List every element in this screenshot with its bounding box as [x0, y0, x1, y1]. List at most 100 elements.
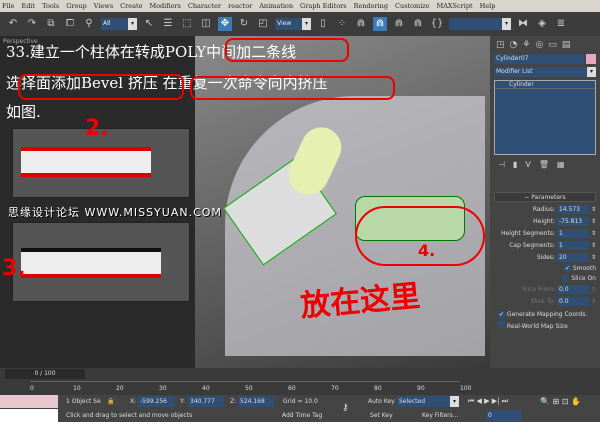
menu-tools[interactable]: Tools	[42, 0, 59, 12]
window-crossing-icon[interactable]: ◫	[199, 17, 213, 31]
menu-customize[interactable]: Customize	[395, 0, 430, 12]
current-frame-input[interactable]: 0	[486, 410, 522, 421]
set-key-button[interactable]: Set Key	[370, 410, 393, 421]
smooth-checkbox[interactable]: ✓ Smooth	[490, 265, 596, 272]
link-icon[interactable]: ⧉	[44, 17, 58, 31]
object-name-input[interactable]: Cylinder07	[494, 54, 584, 64]
x-label: X:	[130, 398, 137, 405]
make-unique-icon[interactable]: V	[525, 160, 530, 169]
modify-tab-icon[interactable]: ◔	[510, 40, 518, 50]
named-selection-dropdown[interactable]	[449, 18, 511, 30]
remove-modifier-icon[interactable]: 🗑	[539, 160, 549, 169]
time-slider[interactable]: 0 / 100	[5, 369, 85, 379]
menu-group[interactable]: Group	[66, 0, 87, 12]
param-spinner[interactable]: Height: -75.813 ⇕	[490, 217, 596, 226]
menu-views[interactable]: Views	[94, 0, 113, 12]
menu-graph-editors[interactable]: Graph Editors	[300, 0, 347, 12]
parameters-rollout[interactable]: − Parameters	[494, 192, 596, 202]
param-spinner[interactable]: Cap Segments: 1 ⇕	[490, 241, 596, 250]
value[interactable]: 0.0	[556, 297, 589, 306]
menu-file[interactable]: File	[2, 0, 15, 12]
utilities-tab-icon[interactable]: ▤	[562, 40, 571, 50]
main-toolbar: ↶ ↷ ⧉ ⧠ ⚲ All ↖ ☰ ⬚ ◫ ✥ ↻ ◰ View ▯ ⁘ ⋒ ⋒…	[0, 12, 600, 36]
param-value[interactable]: 1	[556, 241, 589, 250]
param-value[interactable]: 14.573	[556, 205, 589, 214]
param-spinner[interactable]: Radius: 14.573 ⇕	[490, 205, 596, 214]
hierarchy-tab-icon[interactable]: ⚘	[522, 40, 530, 50]
snap-icon[interactable]: ⋒	[354, 17, 368, 31]
motion-tab-icon[interactable]: ◎	[535, 40, 543, 50]
param-value[interactable]: -75.813	[556, 217, 589, 226]
menu-character[interactable]: Character	[188, 0, 221, 12]
redo-icon[interactable]: ↷	[25, 17, 39, 31]
frame-tick-label: 30	[159, 385, 167, 392]
maxscript-input[interactable]	[0, 409, 58, 422]
slice-on-checkbox[interactable]: Slice On	[490, 275, 596, 282]
menu-help[interactable]: Help	[480, 0, 496, 12]
viewport-nav-icons[interactable]: 🔍 ⊞ ⊡ ✋	[540, 396, 581, 407]
menu-rendering[interactable]: Rendering	[354, 0, 388, 12]
track-bar[interactable]: 0 10 20 30 40 50 60 70 80 90 100	[30, 381, 471, 394]
slice-from-spinner[interactable]: Slice From: 0.0 ⇕	[490, 285, 596, 294]
rect-region-icon[interactable]: ⬚	[180, 17, 194, 31]
menu-create[interactable]: Create	[120, 0, 142, 12]
align-icon[interactable]: ◈	[535, 17, 549, 31]
maxscript-listener[interactable]	[0, 395, 58, 408]
annotation-line-3: 如图.	[6, 103, 41, 121]
spinner-snap-icon[interactable]: ⋒	[411, 17, 425, 31]
param-value[interactable]: 20	[556, 253, 589, 262]
layers-icon[interactable]: ≣	[554, 17, 568, 31]
object-color-swatch[interactable]	[586, 54, 596, 64]
value[interactable]: 0.0	[556, 285, 589, 294]
rotate-icon[interactable]: ↻	[237, 17, 251, 31]
create-tab-icon[interactable]: ◳	[496, 40, 505, 50]
scale-icon[interactable]: ◰	[256, 17, 270, 31]
playback-controls[interactable]: ⏮ ◀ ▶ ▶| ⏭	[468, 396, 508, 407]
z-coordinate-input[interactable]: 524.168	[238, 396, 274, 407]
modifier-list-dropdown[interactable]: Modifier List	[494, 67, 596, 77]
move-icon[interactable]: ✥	[218, 17, 232, 31]
y-coordinate-input[interactable]: 340.777	[188, 396, 224, 407]
lock-icon[interactable]: 🔒	[107, 396, 114, 407]
undo-icon[interactable]: ↶	[6, 17, 20, 31]
label: Generate Mapping Coords.	[506, 311, 588, 318]
auto-key-button[interactable]: Auto Key	[368, 396, 395, 407]
param-value[interactable]: 1	[556, 229, 589, 238]
pivot-icon[interactable]: ▯	[316, 17, 330, 31]
select-icon[interactable]: ↖	[142, 17, 156, 31]
x-coordinate-input[interactable]: -599.256	[138, 396, 174, 407]
selection-filter-dropdown[interactable]: All	[101, 18, 137, 30]
reference-coord-dropdown[interactable]: View	[275, 18, 311, 30]
pin-stack-icon[interactable]: ⊣	[498, 160, 505, 169]
angle-snap-icon[interactable]: ⋒	[373, 17, 387, 31]
generate-mapping-checkbox[interactable]: ✓ Generate Mapping Coords.	[498, 311, 592, 318]
key-filters-button[interactable]: Key Filters...	[422, 410, 459, 421]
key-icon[interactable]: ⚷	[342, 403, 349, 414]
key-mode-dropdown[interactable]: Selected	[397, 396, 459, 407]
reference-thumbnail-2	[12, 222, 190, 302]
param-spinner[interactable]: Height Segments: 1 ⇕	[490, 229, 596, 238]
frame-readout: 0 / 100	[34, 370, 56, 377]
mirror-icon[interactable]: ⧓	[516, 17, 530, 31]
menu-modifiers[interactable]: Modifiers	[149, 0, 180, 12]
bind-space-warp-icon[interactable]: ⚲	[82, 17, 96, 31]
add-time-tag-button[interactable]: Add Time Tag	[282, 410, 322, 421]
select-by-name-icon[interactable]: ☰	[161, 17, 175, 31]
param-spinner[interactable]: Sides: 20 ⇕	[490, 253, 596, 262]
slice-to-spinner[interactable]: Slice To: 0.0 ⇕	[490, 297, 596, 306]
menu-reactor[interactable]: reactor	[228, 0, 252, 12]
unlink-icon[interactable]: ⧠	[63, 17, 77, 31]
manipulate-icon[interactable]: ⁘	[335, 17, 349, 31]
menu-maxscript[interactable]: MAXScript	[437, 0, 473, 12]
stack-item-cylinder[interactable]: Cylinder	[495, 81, 595, 89]
frame-tick-label: 70	[331, 385, 339, 392]
percent-snap-icon[interactable]: ⋒	[392, 17, 406, 31]
show-end-result-icon[interactable]: ▮	[513, 160, 517, 169]
menu-animation[interactable]: Animation	[259, 0, 293, 12]
configure-sets-icon[interactable]: ▦	[557, 160, 565, 169]
display-tab-icon[interactable]: ▭	[548, 40, 557, 50]
menu-edit[interactable]: Edit	[22, 0, 36, 12]
named-selection-icon[interactable]: {}	[430, 17, 444, 31]
perspective-viewport[interactable]: Perspective 33.建立一个柱体在转成POLY中间加二条线 选择面添加…	[0, 36, 490, 368]
real-world-map-checkbox[interactable]: Real-World Map Size	[498, 321, 592, 330]
